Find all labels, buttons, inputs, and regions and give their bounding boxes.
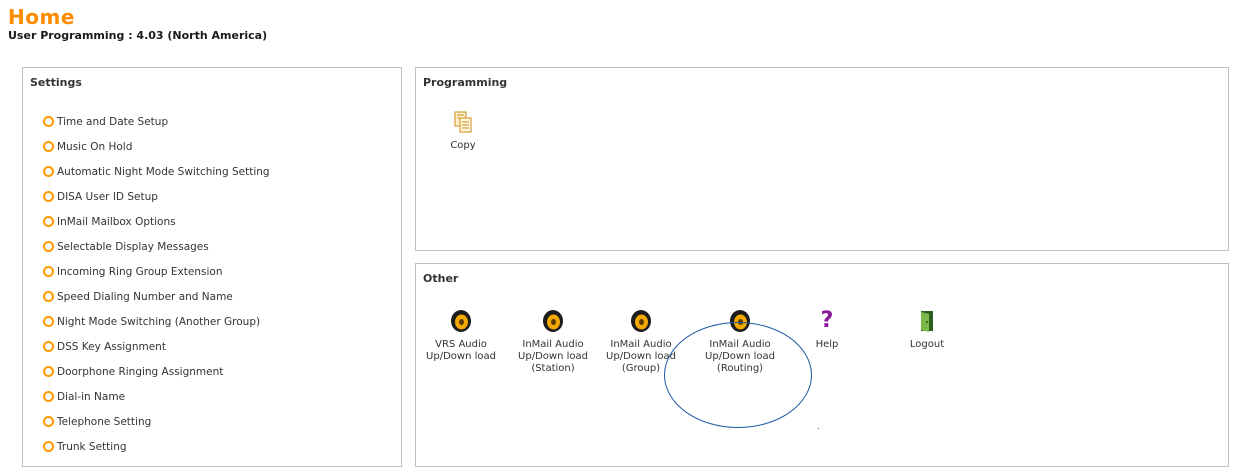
settings-item-trunk[interactable]: Trunk Setting bbox=[43, 434, 270, 459]
settings-item-music-on-hold[interactable]: Music On Hold bbox=[43, 134, 270, 159]
inmail-station-label: InMail Audio Up/Down load (Station) bbox=[518, 339, 588, 374]
settings-item-label: Telephone Setting bbox=[57, 415, 152, 428]
inmail-routing-label: InMail Audio Up/Down load (Routing) bbox=[705, 339, 775, 374]
bullet-icon bbox=[43, 241, 54, 252]
logout-door-icon bbox=[915, 309, 939, 333]
settings-item-label: DSS Key Assignment bbox=[57, 340, 166, 353]
bullet-icon bbox=[43, 316, 54, 327]
bullet-icon bbox=[43, 141, 54, 152]
speaker-icon bbox=[629, 309, 653, 333]
logout-button[interactable]: Logout bbox=[902, 309, 952, 351]
settings-item-disa-user-id[interactable]: DISA User ID Setup bbox=[43, 184, 270, 209]
settings-item-night-mode-group[interactable]: Night Mode Switching (Another Group) bbox=[43, 309, 270, 334]
help-button[interactable]: ? Help bbox=[812, 309, 842, 351]
copy-button[interactable]: Copy bbox=[438, 110, 488, 152]
help-icon: ? bbox=[820, 308, 834, 333]
bullet-icon bbox=[43, 116, 54, 127]
bullet-icon bbox=[43, 191, 54, 202]
page-title: Home bbox=[8, 5, 75, 29]
settings-title: Settings bbox=[30, 76, 82, 89]
bullet-icon bbox=[43, 391, 54, 402]
settings-item-display-messages[interactable]: Selectable Display Messages bbox=[43, 234, 270, 259]
settings-item-label: InMail Mailbox Options bbox=[57, 215, 176, 228]
other-panel: Other VRS Audio Up/Down load InMail Audi… bbox=[415, 263, 1229, 467]
inmail-station-button[interactable]: InMail Audio Up/Down load (Station) bbox=[512, 309, 594, 375]
copy-label: Copy bbox=[450, 140, 476, 151]
settings-item-doorphone[interactable]: Doorphone Ringing Assignment bbox=[43, 359, 270, 384]
settings-item-label: Music On Hold bbox=[57, 140, 133, 153]
settings-item-night-mode-auto[interactable]: Automatic Night Mode Switching Setting bbox=[43, 159, 270, 184]
settings-item-label: Trunk Setting bbox=[57, 440, 127, 453]
speaker-icon bbox=[728, 309, 752, 333]
bullet-icon bbox=[43, 441, 54, 452]
settings-item-label: Time and Date Setup bbox=[57, 115, 169, 128]
vrs-audio-button[interactable]: VRS Audio Up/Down load bbox=[422, 309, 500, 363]
bullet-icon bbox=[43, 366, 54, 377]
speaker-icon bbox=[449, 309, 473, 333]
bullet-icon bbox=[43, 166, 54, 177]
settings-item-ring-group[interactable]: Incoming Ring Group Extension bbox=[43, 259, 270, 284]
settings-item-time-date[interactable]: Time and Date Setup bbox=[43, 109, 270, 134]
page-subtitle: User Programming : 4.03 (North America) bbox=[8, 29, 268, 42]
settings-item-label: Dial-in Name bbox=[57, 390, 126, 403]
settings-item-telephone[interactable]: Telephone Setting bbox=[43, 409, 270, 434]
inmail-routing-button[interactable]: InMail Audio Up/Down load (Routing) bbox=[699, 309, 781, 375]
inmail-group-button[interactable]: InMail Audio Up/Down load (Group) bbox=[600, 309, 682, 375]
logout-label: Logout bbox=[909, 339, 945, 350]
programming-title: Programming bbox=[423, 76, 508, 89]
bullet-icon bbox=[43, 291, 54, 302]
bullet-icon bbox=[43, 266, 54, 277]
settings-item-dial-in-name[interactable]: Dial-in Name bbox=[43, 384, 270, 409]
copy-icon bbox=[451, 110, 475, 134]
settings-item-label: Speed Dialing Number and Name bbox=[57, 290, 233, 303]
help-label: Help bbox=[815, 339, 839, 350]
settings-item-label: Night Mode Switching (Another Group) bbox=[57, 315, 261, 328]
stray-dot bbox=[818, 428, 819, 429]
settings-item-label: Doorphone Ringing Assignment bbox=[57, 365, 224, 378]
bullet-icon bbox=[43, 416, 54, 427]
settings-panel: Settings Time and Date Setup Music On Ho… bbox=[22, 67, 402, 467]
settings-item-inmail-mailbox[interactable]: InMail Mailbox Options bbox=[43, 209, 270, 234]
settings-item-label: Incoming Ring Group Extension bbox=[57, 265, 223, 278]
settings-item-label: DISA User ID Setup bbox=[57, 190, 158, 203]
bullet-icon bbox=[43, 341, 54, 352]
settings-item-speed-dialing[interactable]: Speed Dialing Number and Name bbox=[43, 284, 270, 309]
programming-panel: Programming Copy bbox=[415, 67, 1229, 251]
settings-item-label: Selectable Display Messages bbox=[57, 240, 209, 253]
speaker-icon bbox=[541, 309, 565, 333]
other-title: Other bbox=[423, 272, 459, 285]
inmail-group-label: InMail Audio Up/Down load (Group) bbox=[606, 339, 676, 374]
settings-item-dss-key[interactable]: DSS Key Assignment bbox=[43, 334, 270, 359]
settings-item-label: Automatic Night Mode Switching Setting bbox=[57, 165, 270, 178]
bullet-icon bbox=[43, 216, 54, 227]
settings-list: Time and Date Setup Music On Hold Automa… bbox=[43, 109, 270, 459]
vrs-audio-label: VRS Audio Up/Down load bbox=[426, 339, 496, 362]
